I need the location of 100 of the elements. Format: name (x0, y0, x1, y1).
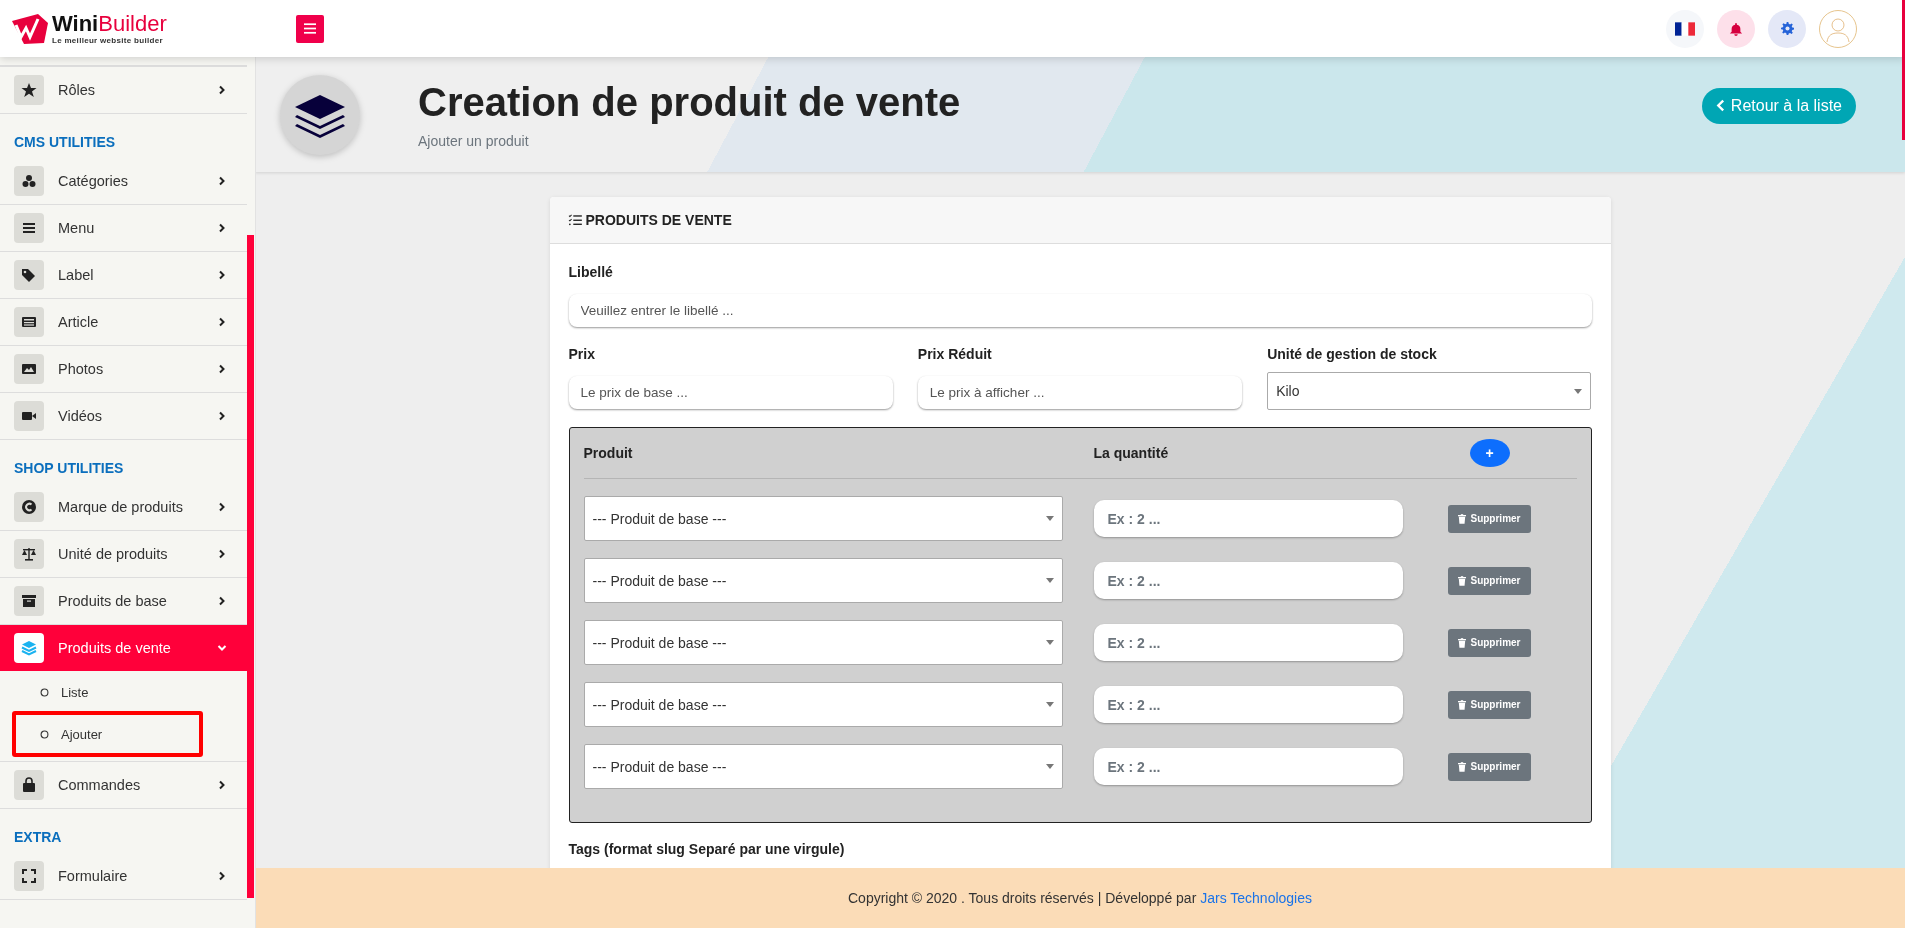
input-field[interactable]: Ex : 2 ... (1093, 686, 1403, 723)
trash-icon (1458, 637, 1467, 648)
trash-icon (1458, 699, 1467, 710)
bag-icon (14, 770, 44, 800)
sidebar-item[interactable]: Rôles (0, 67, 247, 114)
scrollbar-thumb[interactable] (247, 235, 254, 898)
select-field[interactable]: --- Produit de base --- (583, 558, 1063, 603)
field-label: Tags (format slug Separé par une virgule) (568, 841, 846, 857)
chevron-right-icon (217, 176, 227, 186)
chevron-right-icon (217, 871, 227, 881)
select-field[interactable]: --- Produit de base --- (583, 496, 1063, 541)
input-field[interactable]: Ex : 2 ... (1093, 500, 1403, 537)
input-field[interactable]: Ex : 2 ... (1093, 562, 1403, 599)
trash-icon (1458, 761, 1467, 772)
sidebar-item[interactable]: Formulaire (0, 853, 247, 900)
menu-icon (14, 213, 44, 243)
page-title: Creation de produit de vente (418, 80, 961, 125)
field-label: Prix (568, 346, 596, 362)
sidebar-item[interactable]: Unité de produits (0, 531, 247, 578)
chevron-right-icon (217, 596, 227, 606)
chevron-right-icon (217, 270, 227, 280)
circle-icon (40, 687, 49, 697)
page-subtitle: Ajouter un produit (418, 133, 530, 149)
submenu-item[interactable]: Liste (12, 677, 203, 707)
expand-icon (14, 861, 44, 891)
caret-down-icon (1045, 516, 1054, 521)
scale-icon (14, 539, 44, 569)
chevron-right-icon (217, 549, 227, 559)
scrollbar-thumb[interactable] (1902, 0, 1905, 140)
bell-icon (1729, 21, 1743, 36)
select-field[interactable]: --- Produit de base --- (583, 620, 1063, 665)
chevron-right-icon (217, 364, 227, 374)
trash-icon (1458, 575, 1467, 586)
delete-button[interactable]: Supprimer (1448, 690, 1531, 719)
trash-icon (1458, 513, 1467, 524)
column-header: Produit (583, 445, 634, 461)
sidebar-item[interactable]: Catégories (0, 158, 247, 205)
layers-icon (280, 74, 360, 155)
logo-tagline: Le meilleur website builder (52, 36, 164, 45)
sidebar-item[interactable]: Commandes (0, 762, 247, 809)
notifications-button[interactable] (1717, 9, 1755, 48)
layers-icon (14, 633, 44, 663)
caret-down-icon (1045, 764, 1054, 769)
input-field[interactable]: Ex : 2 ... (1093, 748, 1403, 785)
section-heading: SHOP UTILITIES (13, 459, 125, 478)
tag-icon (14, 260, 44, 290)
field-label: Libellé (568, 264, 614, 280)
logo-icon (10, 12, 50, 45)
delete-button[interactable]: Supprimer (1448, 752, 1531, 781)
section-heading: CMS UTILITIES (13, 133, 117, 152)
delete-button[interactable]: Supprimer (1448, 504, 1531, 533)
chevron-right-icon (217, 223, 227, 233)
image-icon (14, 354, 44, 384)
select-field[interactable]: --- Produit de base --- (583, 744, 1063, 789)
column-header: La quantité (1093, 445, 1170, 461)
copyright-text: Copyright © 2020 . Tous droits réservés | Développé par Jars Technologies (848, 890, 1312, 906)
sidebar-item[interactable]: Article (0, 299, 247, 346)
sidebar-item[interactable]: Menu (0, 205, 247, 252)
delete-button[interactable]: Supprimer (1448, 566, 1531, 595)
menu-button[interactable] (296, 14, 324, 43)
flag-icon (1675, 21, 1695, 36)
sidebar-item[interactable]: Photos (0, 346, 247, 393)
chevron-right-icon (217, 317, 227, 327)
caret-down-icon (1574, 388, 1583, 394)
chevron-down-icon (217, 643, 227, 653)
sidebar-item[interactable]: Produits de vente (0, 625, 247, 671)
field-label: Prix Réduit (917, 346, 993, 362)
input-field[interactable]: Ex : 2 ... (1093, 624, 1403, 661)
copyright-icon (14, 492, 44, 522)
chevron-right-icon (217, 780, 227, 790)
input-field[interactable]: Veuillez entrer le libellé ... (568, 294, 1592, 327)
select-field[interactable]: Kilo (1267, 372, 1592, 410)
video-camera-icon (14, 401, 44, 431)
input-field[interactable]: Le prix de base ... (568, 376, 893, 409)
settings-button[interactable] (1768, 9, 1806, 48)
delete-button[interactable]: Supprimer (1448, 628, 1531, 657)
add-button[interactable]: + (1469, 439, 1510, 467)
circle-icon (40, 729, 49, 739)
caret-down-icon (1045, 578, 1054, 583)
chevron-right-icon (217, 85, 227, 95)
chevron-left-icon (1715, 99, 1725, 112)
chevron-right-icon (217, 502, 227, 512)
section-heading: EXTRA (13, 828, 63, 847)
language-button[interactable] (1666, 9, 1704, 48)
archive-box-icon (14, 586, 44, 616)
sidebar-item[interactable]: Marque de produits (0, 484, 247, 531)
sidebar-item[interactable]: Label (0, 252, 247, 299)
select-field[interactable]: --- Produit de base --- (583, 682, 1063, 727)
chevron-right-icon (217, 411, 227, 421)
input-field[interactable]: Le prix à afficher ... (917, 376, 1243, 409)
submenu-item[interactable]: Ajouter (12, 711, 203, 757)
caret-down-icon (1045, 702, 1054, 707)
shapes-icon (14, 166, 44, 196)
card-title: PRODUITS DE VENTE (585, 212, 732, 228)
newspaper-icon (14, 307, 44, 337)
logo-wordmark: WiniBuilder (52, 12, 167, 36)
sidebar-item[interactable]: Vidéos (0, 393, 247, 440)
settings-icon (1780, 22, 1794, 35)
menu-icon (304, 23, 316, 34)
field-label: Unité de gestion de stock (1267, 346, 1438, 362)
